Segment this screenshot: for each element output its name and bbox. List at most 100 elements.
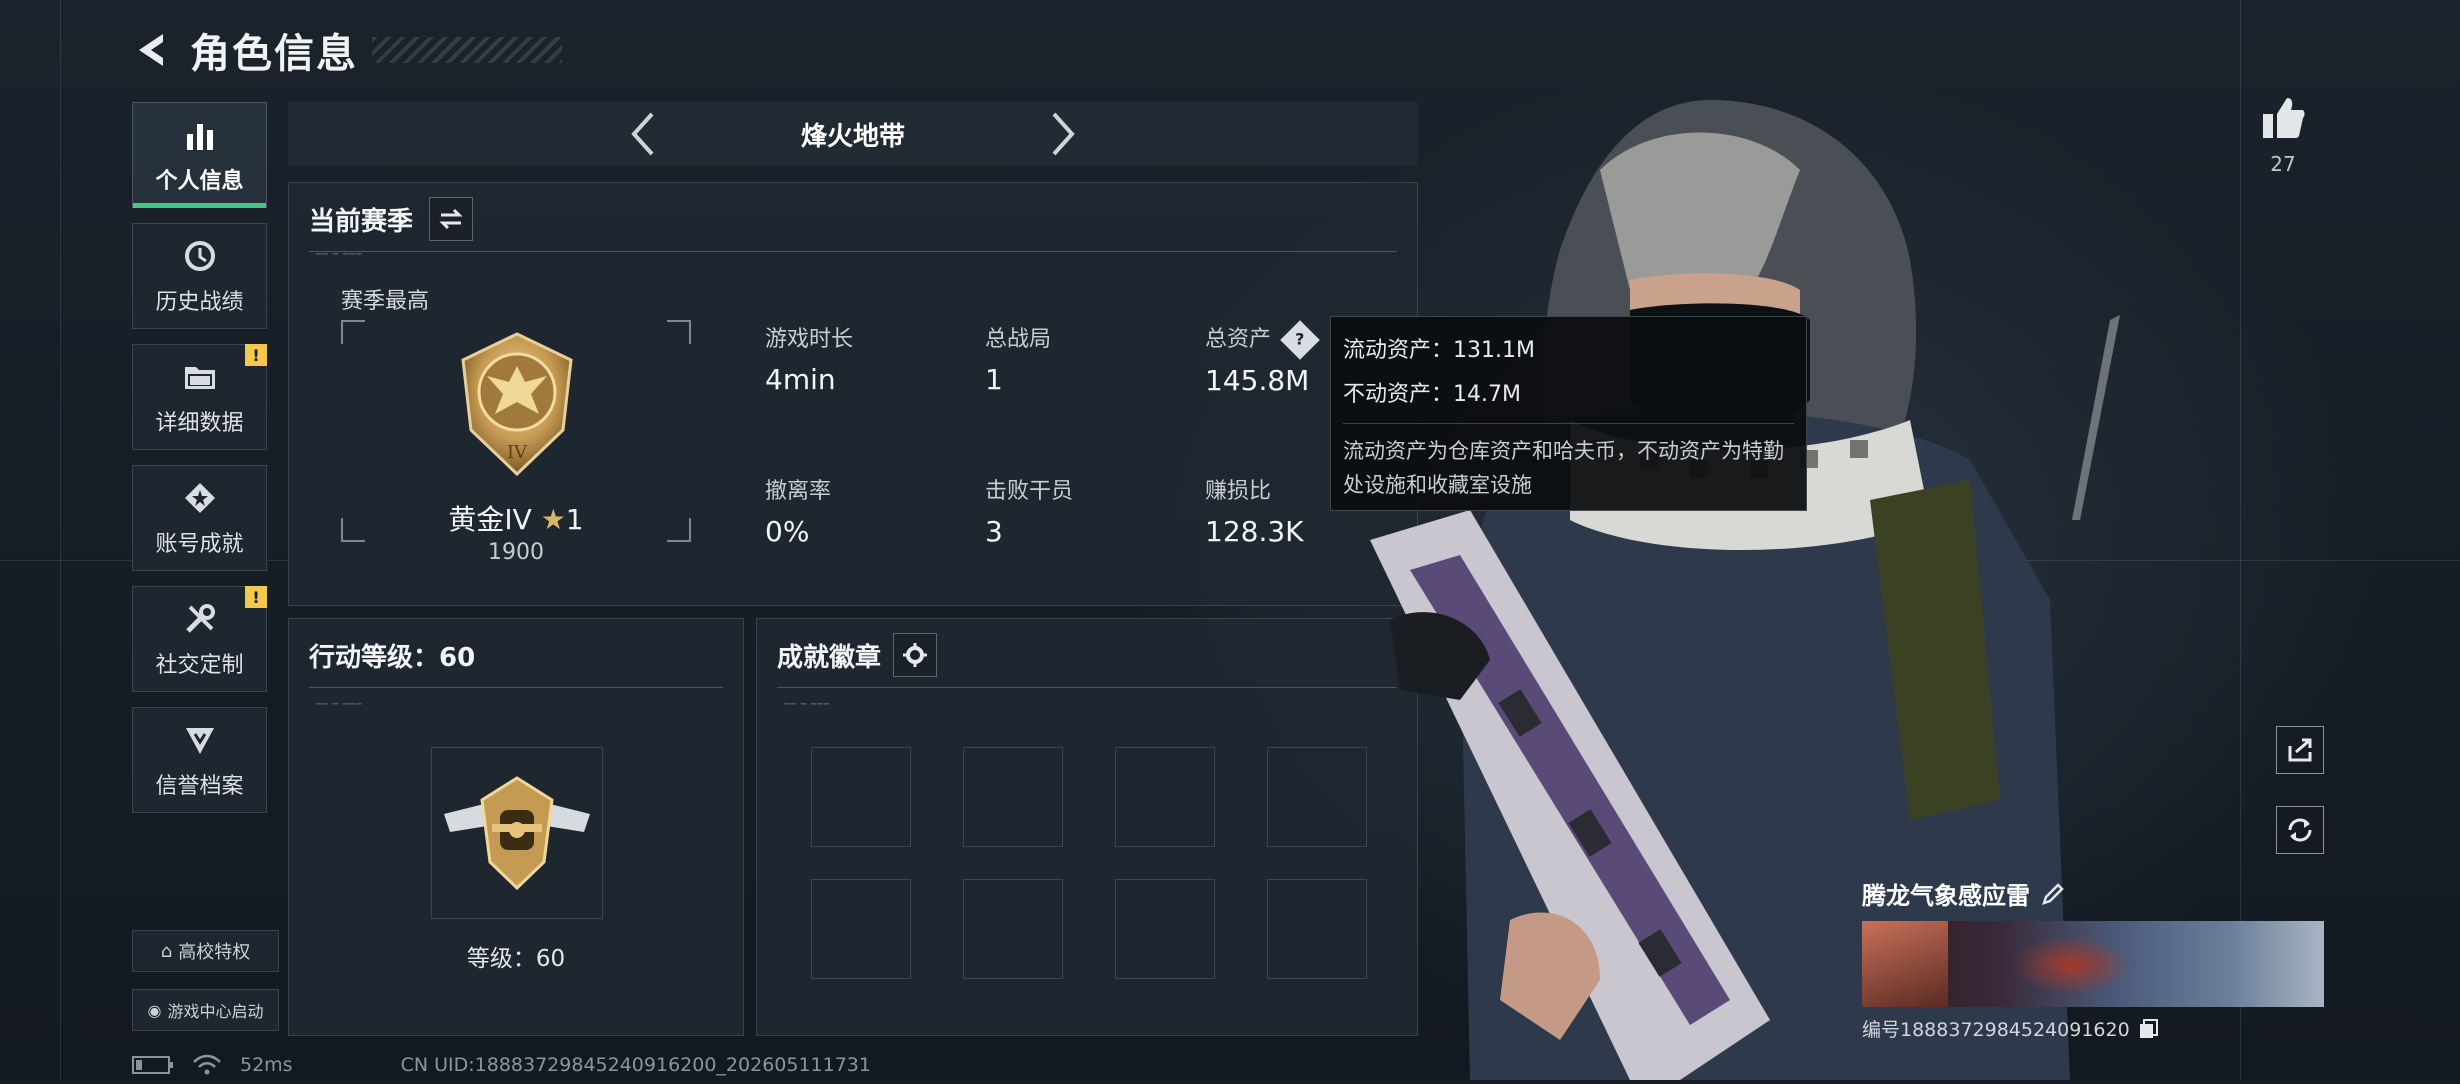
decorative-code: ━━ ━ ━━━	[316, 250, 363, 260]
campus-privilege-button[interactable]: ⌂ 高校特权	[132, 930, 279, 972]
stat-profit-loss: 赚损比 128.3K	[1205, 473, 1304, 548]
rank-name: 黄金IV ★1	[341, 498, 691, 538]
stat-value: 1	[985, 363, 1003, 396]
thumbs-up-icon	[2263, 98, 2305, 138]
ping-value: 52ms	[240, 1054, 293, 1076]
tools-icon	[180, 599, 220, 639]
achievement-icon	[180, 478, 220, 518]
divider	[309, 687, 723, 688]
title-decoration	[372, 37, 562, 63]
chevron-left-icon	[631, 112, 654, 156]
stat-extraction-rate: 撤离率 0%	[765, 473, 831, 548]
share-icon	[2288, 738, 2312, 762]
copy-icon[interactable]	[2138, 1018, 2160, 1040]
stat-value: 128.3K	[1205, 515, 1304, 548]
like-button[interactable]: 27	[2258, 94, 2308, 176]
tooltip-divider	[1343, 423, 1794, 424]
sidebar-item-history[interactable]: 历史战绩	[132, 223, 267, 329]
rank-frame: IV 黄金IV ★1 1900	[341, 320, 691, 565]
back-arrow-icon	[139, 34, 163, 66]
sidebar-item-detailed-data[interactable]: ! 详细数据	[132, 344, 267, 450]
divider	[309, 251, 1397, 252]
stat-label: 撤离率	[765, 479, 832, 504]
badges-title: 成就徽章	[777, 642, 882, 673]
mode-title: 烽火地带	[800, 121, 905, 152]
season-panel: 当前赛季 赛季最高 IV 黄金IV ★1 1900 游戏时长 4min 总战局 …	[288, 182, 1418, 606]
badge-slot[interactable]	[811, 879, 911, 979]
badge-slot[interactable]	[963, 879, 1063, 979]
mode-selector: 烽火地带	[288, 102, 1418, 166]
folder-icon	[180, 357, 220, 397]
player-uid: 编号1888372984524091620	[1862, 1019, 2130, 1041]
prev-mode-button[interactable]	[613, 104, 673, 164]
level-panel: 行动等级：60 等级：60	[288, 618, 744, 1036]
stat-value: 3	[985, 515, 1003, 548]
rank-name-text: 黄金IV	[448, 503, 532, 536]
edit-icon[interactable]	[2040, 881, 2066, 907]
level-label: 等级：60	[466, 946, 566, 972]
rank-stars: 1	[565, 503, 584, 536]
season-best-label: 赛季最高	[341, 289, 430, 314]
assets-tooltip: 流动资产：131.1M 不动资产：14.7M 流动资产为仓库资产和哈夫币，不动资…	[1330, 316, 1807, 511]
badge-slot[interactable]	[1115, 747, 1215, 847]
stat-label: 游戏时长	[765, 327, 854, 352]
switch-season-button[interactable]	[429, 197, 474, 241]
game-center-label: 游戏中心启动	[167, 1002, 264, 1021]
season-title: 当前赛季	[309, 206, 414, 237]
help-icon[interactable]: ?	[1280, 320, 1320, 360]
bar-chart-icon	[180, 115, 220, 155]
sidebar-item-label: 账号成就	[155, 532, 244, 557]
decorative-code: ━━ ━ ━━━	[784, 700, 831, 710]
history-icon	[180, 236, 220, 276]
next-mode-button[interactable]	[1033, 104, 1093, 164]
page-title: 角色信息	[190, 31, 358, 77]
divider	[777, 687, 1397, 688]
uid-line: CN UID:18883729845240916200_202605111731	[400, 1054, 871, 1076]
fixed-assets: 不动资产：14.7M	[1343, 382, 1521, 407]
sidebar-item-label: 历史战绩	[155, 290, 244, 315]
sidebar-item-achievements[interactable]: 账号成就	[132, 465, 267, 571]
stat-label: 总战局	[985, 327, 1052, 352]
refresh-button[interactable]	[2276, 806, 2324, 854]
sidebar-item-personal-info[interactable]: 个人信息	[132, 102, 267, 208]
notification-badge: !	[245, 586, 267, 608]
bg-line	[60, 0, 61, 1080]
badge-settings-button[interactable]	[893, 633, 938, 677]
rank-numeral: IV	[507, 442, 528, 463]
stat-total-matches: 总战局 1	[985, 321, 1051, 396]
player-uid-row: 编号1888372984524091620	[1862, 1015, 2324, 1042]
rank-score: 1900	[488, 540, 544, 565]
stat-kills: 击败干员 3	[985, 473, 1073, 548]
badge-slot[interactable]	[811, 747, 911, 847]
decorative-code: ━━ ━ ━━━	[316, 700, 363, 710]
player-name-row: 腾龙气象感应雷	[1862, 876, 2324, 911]
share-button[interactable]	[2276, 726, 2324, 774]
sidebar-item-label: 详细数据	[155, 411, 244, 436]
assets-description: 流动资产为仓库资产和哈夫币，不动资产为特勤处设施和收藏室设施	[1343, 439, 1784, 497]
game-center-button[interactable]: ◉ 游戏中心启动	[132, 989, 279, 1031]
status-bar: 52ms CN UID:18883729845240916200_2026051…	[132, 1054, 871, 1076]
credit-icon	[180, 720, 220, 760]
badges-panel: 成就徽章	[756, 618, 1418, 1036]
level-emblem-frame	[431, 747, 603, 919]
sidebar-item-credit[interactable]: 信誉档案	[132, 707, 267, 813]
player-banner[interactable]	[1862, 921, 2324, 1007]
sidebar-item-social[interactable]: ! 社交定制	[132, 586, 267, 692]
banner-art	[2012, 935, 2132, 995]
gear-icon	[903, 643, 928, 667]
chevron-right-icon	[1052, 112, 1075, 156]
stat-label: 总资产 ?	[1205, 320, 1320, 360]
like-count: 27	[2270, 152, 2296, 176]
badge-slot[interactable]	[1115, 879, 1215, 979]
stat-value: 4min	[765, 363, 836, 396]
badge-slot[interactable]	[963, 747, 1063, 847]
level-emblem	[444, 776, 590, 891]
liquid-assets: 流动资产：131.1M	[1343, 338, 1535, 363]
sidebar-item-label: 个人信息	[155, 169, 244, 194]
sidebar-item-label: 社交定制	[155, 653, 244, 678]
wifi-icon	[193, 1054, 221, 1075]
stat-label-text: 总资产	[1205, 327, 1272, 352]
stat-label: 赚损比	[1205, 479, 1272, 504]
back-button[interactable]	[130, 27, 176, 73]
player-card: 腾龙气象感应雷 编号1888372984524091620	[1862, 876, 2324, 1042]
